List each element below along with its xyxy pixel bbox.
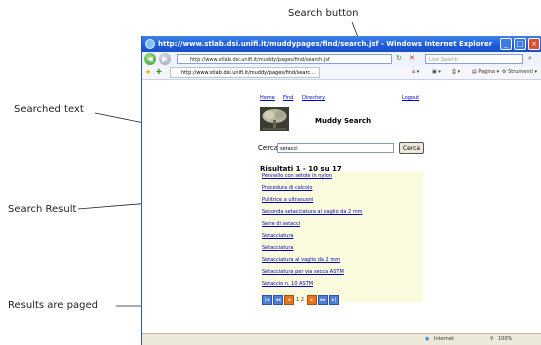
annotation-searched-text: Searched text	[14, 104, 84, 115]
add-favorites-icon[interactable]: ✚	[156, 66, 162, 78]
live-search-input[interactable]: Live Search	[425, 54, 523, 64]
annotation-search-button: Search button	[288, 8, 359, 19]
search-go-icon[interactable]: ⌕	[528, 52, 532, 64]
result-link[interactable]: Pulitrice a ultrasuoni	[262, 197, 313, 203]
browser-tab[interactable]: http://www.stlab.dsi.unifi.it/muddy/page…	[170, 67, 320, 78]
first-page-icon[interactable]: |◂	[262, 295, 272, 305]
browser-window: http://www.stlab.dsi.unifi.it/muddypages…	[141, 36, 541, 345]
search-query: setacci	[280, 146, 298, 152]
page-numbers[interactable]: 1 2	[296, 295, 304, 305]
search-label: Cerca	[258, 144, 279, 152]
favorites-row: ★ ✚ http://www.stlab.dsi.unifi.it/muddy/…	[142, 66, 541, 80]
result-link[interactable]: Setacciatura al vaglio da 2 mm	[262, 257, 340, 263]
result-link[interactable]: Procedura di calcolo	[262, 185, 312, 191]
fast-back-icon[interactable]: ◂◂	[273, 295, 283, 305]
result-link[interactable]: Seconda setacciatura al vaglio da 2 mm	[262, 209, 363, 215]
feeds-icon[interactable]: ▣ ▾	[432, 67, 441, 78]
ie-icon	[145, 39, 155, 49]
result-link[interactable]: Setacciatura per via secca ASTM	[262, 269, 344, 275]
title-bar: http://www.stlab.dsi.unifi.it/muddypages…	[142, 36, 541, 52]
back-icon[interactable]: ◀	[144, 53, 156, 65]
print-icon[interactable]: ⎙ ▾	[452, 67, 460, 78]
brand-title: Muddy Search	[315, 117, 372, 125]
favorites-star-icon[interactable]: ★	[145, 66, 151, 78]
nav-logout-link[interactable]: Logout	[402, 95, 419, 101]
tab-title: http://www.stlab.dsi.unifi.it/muddy/page…	[181, 70, 315, 76]
status-bar: ◉ Internet ⚲ 100%	[142, 333, 541, 345]
next-page-icon[interactable]: ▸	[307, 295, 317, 305]
stop-icon[interactable]: ✕	[409, 52, 415, 64]
close-icon[interactable]: ×	[528, 38, 540, 50]
forward-icon[interactable]: ▶	[159, 53, 171, 65]
tree-logo	[260, 107, 289, 131]
status-zone: Internet	[434, 336, 454, 342]
fast-forward-icon[interactable]: ▸▸	[318, 295, 328, 305]
tree-icon	[262, 109, 287, 130]
annotation-search-result: Search Result	[8, 204, 77, 215]
maximize-icon[interactable]: □	[514, 38, 526, 50]
address-bar[interactable]: http://www.stlab.dsi.unifi.it/muddy/page…	[177, 54, 392, 64]
zoom-icon[interactable]: ⚲	[490, 334, 494, 345]
address-row: ◀ ▶ http://www.stlab.dsi.unifi.it/muddy/…	[142, 52, 541, 66]
results-list: Pennello con setole in nylon Procedura d…	[260, 172, 423, 302]
address-text: http://www.stlab.dsi.unifi.it/muddy/page…	[190, 57, 330, 63]
result-link[interactable]: Setaccio n. 10 ASTM	[262, 281, 313, 287]
result-link[interactable]: Serie di setacci	[262, 221, 300, 227]
nav-find-link[interactable]: Find	[283, 95, 293, 101]
nav-directory-link[interactable]: Directory	[302, 95, 325, 101]
page-menu[interactable]: ▤ Pagina ▾	[472, 67, 499, 78]
result-link[interactable]: Setacciatura	[262, 245, 293, 251]
window-title: http://www.stlab.dsi.unifi.it/muddypages…	[158, 40, 493, 48]
search-input[interactable]: setacci	[277, 143, 394, 153]
zoom-level[interactable]: 100%	[498, 334, 512, 345]
refresh-icon[interactable]: ↻	[396, 52, 402, 64]
live-search-placeholder: Live Search	[429, 57, 458, 63]
home-icon[interactable]: ⌂ ▾	[412, 67, 419, 78]
last-page-icon[interactable]: ▸|	[329, 295, 339, 305]
minimize-icon[interactable]: _	[500, 38, 512, 50]
prev-page-icon[interactable]: ◂	[284, 295, 294, 305]
page-content: Home Find Directory Logout Muddy Search …	[142, 80, 541, 334]
nav-home-link[interactable]: Home	[260, 95, 275, 101]
result-link[interactable]: Pennello con setole in nylon	[262, 173, 332, 179]
tools-menu[interactable]: ⚙ Strumenti ▾	[502, 67, 537, 78]
result-link[interactable]: Setacciatura	[262, 233, 293, 239]
annotation-results-paged: Results are paged	[8, 300, 98, 311]
search-button[interactable]: Cerca	[399, 142, 424, 154]
globe-icon: ◉	[425, 336, 430, 342]
